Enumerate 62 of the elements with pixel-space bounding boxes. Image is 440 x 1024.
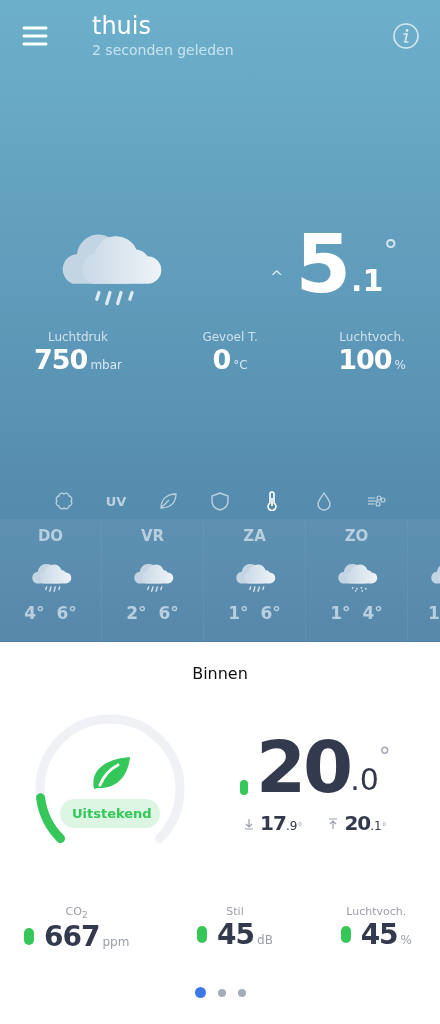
degree-symbol: ° [378,743,391,771]
low-temperature: 2° [126,603,147,623]
reading-value: 45 [360,918,398,951]
stat-value: 100 [338,344,392,375]
leaf-icon[interactable] [158,491,178,511]
section-title: Binnen [191,664,249,683]
stat-unit: °C [233,358,248,372]
info-icon[interactable] [392,22,420,50]
degree-symbol: ° [297,821,303,832]
reading-unit: dB [257,933,273,947]
day-label: DO [37,527,64,547]
water-drop-icon[interactable] [314,491,334,511]
shield-icon[interactable] [210,491,230,511]
temperature-min: 17 [260,811,286,835]
low-temperature: 1° [330,603,351,623]
low-temperature: 1 [428,603,440,623]
uv-tab[interactable]: UV [101,490,131,512]
reading-unit: % [400,933,412,947]
page-dot[interactable] [194,987,206,999]
stat-label: Luchtvoch. [339,330,405,344]
menu-icon[interactable] [22,26,48,46]
high-temperature: 6° [56,603,77,623]
temperature-decimal: .1 [351,263,384,298]
stat-label: Luchtdruk [47,330,109,344]
degree-symbol: ° [381,821,387,832]
location-title: thuis [92,12,152,40]
stat-label: Gevoel T. [202,330,258,344]
high-temperature: 6° [260,603,281,623]
temperature-decimal: .1 [370,819,382,833]
reading-label: CO$_{2}$ [65,905,88,921]
stat-unit: % [394,358,406,372]
temperature-decimal: .9 [285,819,298,833]
temperature-value: 5 [295,225,352,305]
min-arrow-icon [244,818,255,830]
air-quality-status: Uitstekend [60,799,160,828]
temperature-decimal: .0 [350,762,379,797]
stat-value: 0 [212,344,231,375]
low-temperature: 1° [228,603,249,623]
last-updated-text: 2 seconden geleden [92,42,235,58]
day-label: VR [140,527,165,547]
degree-symbol: ° [383,233,399,268]
reading-unit: ppm [102,935,130,950]
reading-value: 667 [44,920,100,954]
day-label: ZO [344,527,369,547]
reading-label: Luchtvoch. [346,905,407,918]
page-dot[interactable] [237,988,246,997]
temperature-max: 20 [344,811,371,835]
low-temperature: 4° [24,603,45,623]
high-temperature: 6° [158,603,179,623]
max-arrow-icon [328,818,339,830]
trend-indicator: ^ [270,267,284,286]
pollen-icon[interactable] [54,491,74,511]
page-dot[interactable] [217,988,226,997]
day-label: ZA [243,527,266,547]
gauge-fill [36,793,65,843]
leaf-icon [90,755,132,791]
stat-value: 750 [34,344,88,375]
high-temperature: 4° [362,603,383,623]
reading-label: Stil [226,905,244,918]
indoor-temperature: 20 [256,731,351,803]
stat-unit: mbar [90,358,122,372]
reading-value: 45 [217,918,255,951]
